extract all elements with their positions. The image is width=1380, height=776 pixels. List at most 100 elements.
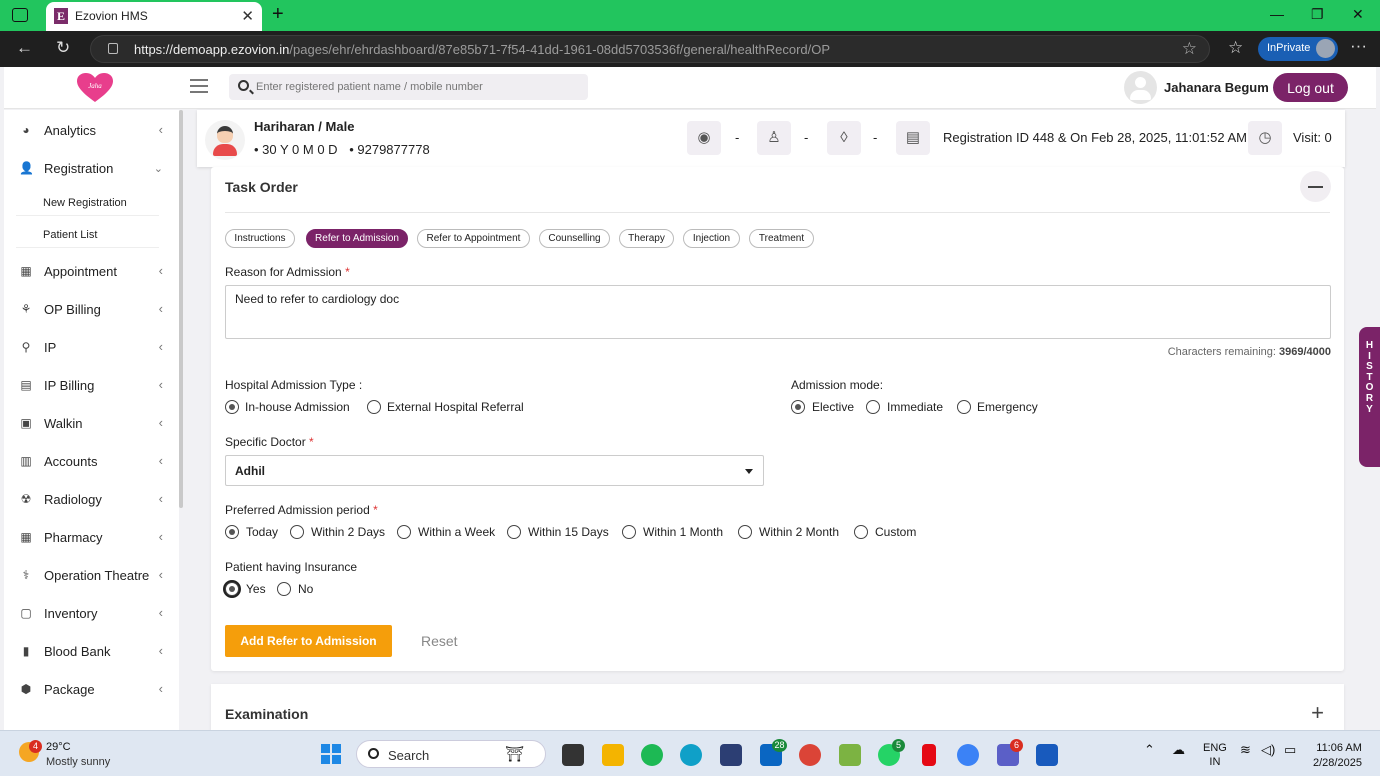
task-view-icon[interactable]: [562, 744, 584, 766]
file-explorer-icon[interactable]: [602, 744, 624, 766]
radio-within-15-days[interactable]: [507, 525, 521, 539]
tray-app-icon[interactable]: ☁: [1172, 742, 1185, 758]
reset-button[interactable]: Reset: [421, 633, 458, 649]
favorites-icon[interactable]: ☆: [1228, 38, 1243, 58]
radio-immediate[interactable]: [866, 400, 880, 414]
sidebar-item-pharmacy[interactable]: ▦ Pharmacy ‹: [4, 523, 179, 553]
browser-tab[interactable]: E Ezovion HMS ✕: [46, 2, 262, 31]
chrome-icon[interactable]: [799, 744, 821, 766]
logout-button[interactable]: Log out: [1273, 73, 1348, 102]
radio-in-house[interactable]: [225, 400, 239, 414]
sidebar-item-label: Operation Theatre: [44, 568, 150, 583]
word-icon[interactable]: [1036, 744, 1058, 766]
radio-insurance-yes[interactable]: [225, 582, 239, 596]
inprivate-badge[interactable]: InPrivate: [1258, 37, 1338, 61]
expand-plus-icon[interactable]: +: [1311, 700, 1324, 726]
favorite-star-icon[interactable]: ☆: [1182, 39, 1197, 59]
tab-close-icon[interactable]: ✕: [241, 7, 254, 25]
radio-label: External Hospital Referral: [387, 400, 524, 414]
radio-emergency[interactable]: [957, 400, 971, 414]
sidebar-item-inventory[interactable]: ▢ Inventory ‹: [4, 599, 179, 629]
radio-external-referral[interactable]: [367, 400, 381, 414]
restore-icon[interactable]: ❐: [1311, 6, 1324, 23]
taskbar-search[interactable]: Search ⛩: [356, 740, 546, 768]
language-indicator[interactable]: ENG IN: [1203, 741, 1227, 769]
new-tab-icon[interactable]: +: [272, 3, 284, 26]
radio-insurance-no[interactable]: [277, 582, 291, 596]
sidebar-item-package[interactable]: ⬢ Package ‹: [4, 675, 179, 705]
add-refer-to-admission-button[interactable]: Add Refer to Admission: [225, 625, 392, 657]
taskbar-clock[interactable]: 11:06 AM 2/28/2025: [1313, 741, 1362, 771]
sheets-icon[interactable]: [839, 744, 861, 766]
minimize-icon[interactable]: —: [1270, 6, 1284, 22]
app-icon[interactable]: [720, 744, 742, 766]
sidebar-item-ip-billing[interactable]: ▤ IP Billing ‹: [4, 371, 179, 401]
sidebar-item-appointment[interactable]: ▦ Appointment ‹: [4, 257, 179, 287]
patient-search-input[interactable]: [256, 78, 576, 96]
radio-within-2-month[interactable]: [738, 525, 752, 539]
netflix-icon[interactable]: [922, 744, 936, 766]
browser-app-icon[interactable]: [957, 744, 979, 766]
sidebar-scrollbar[interactable]: [179, 110, 183, 508]
windows-start-icon[interactable]: [320, 743, 342, 765]
url-field[interactable]: https://demoapp.ezovion.in/pages/ehr/ehr…: [90, 35, 1210, 63]
battery-icon[interactable]: ▭: [1284, 742, 1296, 758]
patient-name: Hariharan / Male: [254, 119, 355, 134]
reason-textarea[interactable]: Need to refer to cardiology doc: [225, 285, 1331, 339]
patient-search[interactable]: [229, 74, 588, 100]
history-side-tab[interactable]: HISTORY: [1359, 327, 1380, 467]
close-window-icon[interactable]: ✕: [1352, 6, 1364, 23]
radio-label: Within 15 Days: [528, 525, 609, 539]
sidebar-item-label: IP Billing: [44, 378, 95, 393]
examination-card[interactable]: Examination +: [211, 684, 1344, 730]
sidebar-item-radiology[interactable]: ☢ Radiology ‹: [4, 485, 179, 515]
radio-within-2-days[interactable]: [290, 525, 304, 539]
admission-type-label: Hospital Admission Type :: [225, 378, 363, 392]
radio-label: Today: [246, 525, 279, 539]
more-menu-icon[interactable]: ···: [1350, 36, 1367, 56]
tab-instructions[interactable]: Instructions: [225, 229, 295, 248]
sidebar-item-registration[interactable]: 👤 Registration ⌄: [4, 154, 179, 184]
sidebar-item-operation-theatre[interactable]: ⚕ Operation Theatre ‹: [4, 561, 179, 591]
sidebar-item-walkin[interactable]: ▣ Walkin ‹: [4, 409, 179, 439]
volume-icon[interactable]: ◁): [1261, 742, 1275, 758]
radio-custom[interactable]: [854, 525, 868, 539]
wifi-icon[interactable]: ≋: [1240, 742, 1251, 758]
visit-history-icon[interactable]: ◷: [1248, 121, 1282, 155]
jaha-logo[interactable]: Jaha: [77, 73, 113, 103]
doctor-select[interactable]: Adhil: [225, 455, 764, 486]
user-avatar[interactable]: [1124, 71, 1157, 104]
edge-icon[interactable]: [680, 744, 702, 766]
tab-refer-to-admission[interactable]: Refer to Admission: [306, 229, 408, 248]
bp-icon[interactable]: ◉: [687, 121, 721, 155]
tab-counselling[interactable]: Counselling: [539, 229, 610, 248]
tab-therapy[interactable]: Therapy: [619, 229, 674, 248]
sidebar-item-label: Analytics: [44, 123, 97, 138]
tray-chevron-up-icon[interactable]: ⌃: [1144, 742, 1155, 758]
registration-doc-icon[interactable]: ▤: [896, 121, 930, 155]
menu-toggle-icon[interactable]: [190, 79, 208, 97]
sidebar-subitem-patient-list[interactable]: Patient List: [16, 222, 159, 248]
back-icon[interactable]: ←: [16, 38, 33, 58]
sidebar-item-label: IP: [44, 340, 57, 355]
sidebar-item-op-billing[interactable]: ⚘ OP Billing ‹: [4, 295, 179, 325]
sidebar-item-blood-bank[interactable]: ▮ Blood Bank ‹: [4, 637, 179, 667]
task-order-card: Task Order Instructions Refer to Admissi…: [211, 167, 1344, 671]
tab-refer-to-appointment[interactable]: Refer to Appointment: [417, 229, 530, 248]
tab-actions-icon[interactable]: [12, 8, 28, 22]
refresh-icon[interactable]: ↻: [56, 38, 70, 58]
sidebar-item-ip[interactable]: ⚲ IP ‹: [4, 333, 179, 363]
sidebar-subitem-new-registration[interactable]: New Registration: [16, 190, 159, 216]
sidebar-item-accounts[interactable]: ▥ Accounts ‹: [4, 447, 179, 477]
tab-treatment[interactable]: Treatment: [749, 229, 814, 248]
sidebar-item-analytics[interactable]: ◕ Analytics ‹: [4, 116, 179, 146]
radio-within-a-week[interactable]: [397, 525, 411, 539]
height-weight-icon[interactable]: ♙: [757, 121, 791, 155]
radio-elective[interactable]: [791, 400, 805, 414]
tab-injection[interactable]: Injection: [683, 229, 740, 248]
collapse-minus-icon[interactable]: [1300, 171, 1331, 202]
radio-today[interactable]: [225, 525, 239, 539]
spotify-icon[interactable]: [641, 744, 663, 766]
blood-drop-icon[interactable]: ◊: [827, 121, 861, 155]
radio-within-1-month[interactable]: [622, 525, 636, 539]
